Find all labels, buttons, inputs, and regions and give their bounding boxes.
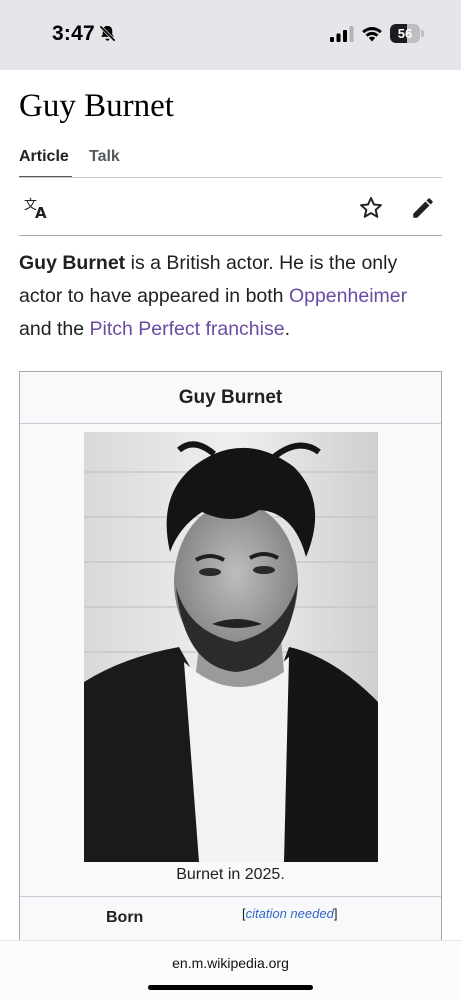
infobox: Guy Burnet Burnet in 2025. Born [citatio… [19, 371, 442, 971]
battery-level: 56 [397, 26, 413, 41]
watch-star-button[interactable] [357, 194, 385, 222]
page-actions-toolbar: 文 A [19, 178, 442, 236]
intro-paragraph: Guy Burnet is a British actor. He is the… [19, 252, 408, 340]
url-text[interactable]: en.m.wikipedia.org [0, 955, 461, 971]
edit-pencil-icon [413, 198, 433, 218]
link-pitch-perfect-franchise[interactable]: Pitch Perfect franchise [89, 318, 284, 340]
status-time: 3:47 [52, 22, 95, 45]
language-icon: 文 A [24, 198, 47, 220]
language-button[interactable]: 文 A [23, 194, 51, 222]
status-bar: 3:47 56 [0, 0, 461, 70]
portrait-photo[interactable] [84, 432, 378, 862]
browser-url-bar[interactable]: en.m.wikipedia.org [0, 940, 461, 1000]
wifi-icon [362, 27, 382, 42]
link-oppenheimer[interactable]: Oppenheimer [289, 285, 407, 307]
born-label: Born [106, 909, 144, 926]
citation-needed: [citation needed] [242, 906, 338, 921]
article-tabs: Article Talk [19, 148, 442, 178]
photo-caption: Burnet in 2025. [176, 866, 285, 883]
citation-needed-link[interactable]: citation needed [246, 906, 334, 921]
infobox-divider [20, 896, 441, 897]
tab-talk[interactable]: Talk [89, 148, 120, 178]
tab-article[interactable]: Article [19, 148, 72, 178]
bell-slash-icon [99, 25, 116, 42]
page-title: Guy Burnet [19, 88, 174, 124]
edit-button[interactable] [409, 194, 437, 222]
infobox-title: Guy Burnet [20, 372, 441, 424]
watch-star-icon [360, 197, 382, 218]
subject-name: Guy Burnet [19, 252, 126, 274]
cellular-signal-icon [330, 26, 354, 42]
home-indicator[interactable] [148, 985, 313, 990]
battery-icon: 56 [390, 24, 424, 43]
svg-text:A: A [35, 204, 47, 220]
